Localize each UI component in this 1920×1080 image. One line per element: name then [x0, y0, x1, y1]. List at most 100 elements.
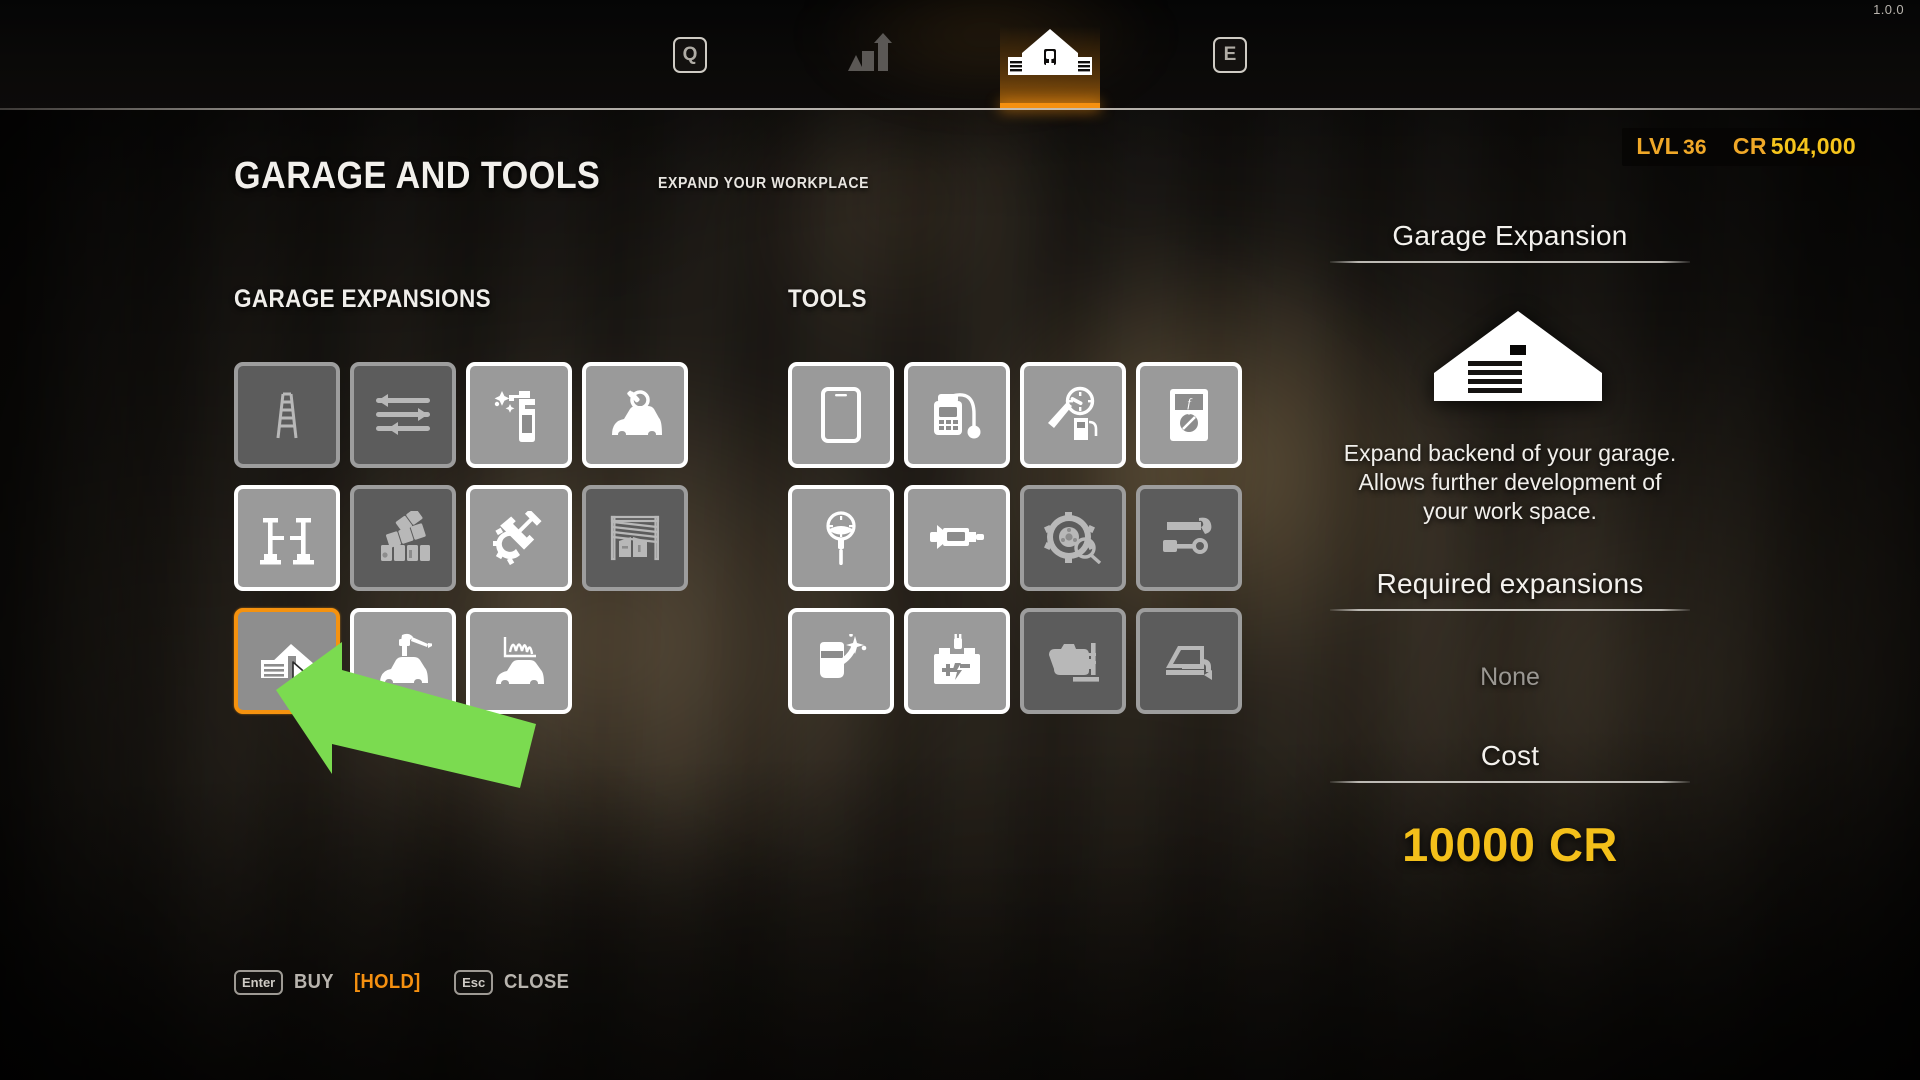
tool-cell [1020, 485, 1136, 608]
garage-expansions-header: GARAGE EXPANSIONS [234, 285, 492, 313]
garage-expansion-tile-spray-bottle[interactable] [466, 362, 572, 468]
page-subtitle-text: EXPAND YOUR WORKPLACE [658, 175, 870, 192]
detail-panel: Garage Expansion Expand backend of your … [1330, 220, 1690, 872]
welding-icon [812, 634, 870, 688]
garage-expansion-cell [350, 485, 466, 608]
esc-key[interactable]: Esc [454, 970, 494, 995]
top-nav-row: Q E [0, 0, 1920, 110]
tool-cell [1020, 362, 1136, 485]
garage-expansion-icon [1330, 307, 1690, 403]
car-inspection-icon [604, 389, 666, 441]
tablet-icon [819, 385, 863, 445]
tool-cell [1020, 608, 1136, 731]
tools-grid: f [788, 362, 1252, 731]
mouse-cursor-icon [290, 660, 324, 702]
garage-expansion-cell [466, 608, 582, 731]
tool-tile-fuel-pressure[interactable] [1020, 362, 1126, 468]
garage-expansion-tile-sliders[interactable] [350, 362, 456, 468]
ladder-icon [258, 386, 316, 444]
detail-description: Expand backend of your garage. Allows fu… [1343, 440, 1677, 524]
cost-currency: CR [1548, 817, 1618, 871]
sliders-icon [372, 390, 434, 440]
prev-tab-key[interactable]: Q [673, 37, 707, 73]
tire-rack-icon [372, 511, 434, 565]
tool-tile-obd-scanner[interactable] [904, 362, 1010, 468]
garage-expansion-tile-car-paint[interactable] [350, 608, 456, 714]
garage-expansion-tile-garage-expansion[interactable] [234, 608, 340, 714]
tool-tile-battery-charger[interactable] [904, 608, 1010, 714]
garage-expansion-cell [466, 362, 582, 485]
level-group: LVL 36 [1636, 133, 1707, 160]
garage-expansion-cell [582, 485, 698, 608]
tool-cell: f [1136, 362, 1252, 485]
micrometer-icon [927, 518, 987, 558]
player-hud: LVL 36 CR 504,000 [1622, 128, 1870, 166]
garage-expansion-tile-tire-rack[interactable] [350, 485, 456, 591]
nav-slot-next: E [1140, 0, 1320, 110]
tool-tile-body-tool[interactable] [1136, 608, 1242, 714]
credits-label: CR [1732, 133, 1767, 159]
garage-expansion-tile-car-inspection[interactable] [582, 362, 688, 468]
skill-chart-icon [844, 32, 896, 78]
required-expansions-value: None [1480, 662, 1540, 691]
level-label: LVL [1636, 133, 1679, 159]
tab-skills[interactable] [820, 0, 920, 110]
garage-expansion-tile-garage-door[interactable] [582, 485, 688, 591]
compression-tester-icon [818, 508, 864, 568]
tab-garage-tools[interactable] [1000, 0, 1100, 110]
cost-rule [1330, 780, 1690, 783]
torque-wrench-icon [1159, 516, 1219, 560]
tool-tile-micrometer[interactable] [904, 485, 1010, 591]
battery-charger-icon [928, 634, 986, 688]
tool-tile-compression-tester[interactable] [788, 485, 894, 591]
garage-expansion-cell [234, 362, 350, 485]
buy-label: BUY [294, 971, 335, 993]
cost-value: 10000 CR [1330, 817, 1690, 872]
buy-action[interactable]: Enter BUY [HOLD] [234, 970, 426, 995]
tool-tile-brake-inspect[interactable] [1020, 485, 1126, 591]
tool-cell [904, 362, 1020, 485]
nav-slot-garage [960, 0, 1140, 110]
action-bar: Enter BUY [HOLD] Esc CLOSE [234, 970, 575, 995]
detail-title-rule [1330, 261, 1690, 263]
version-label: 1.0.0 [1873, 2, 1904, 17]
nav-slot-skills [780, 0, 960, 110]
car-paint-icon [374, 633, 432, 689]
car-dyno-icon [490, 634, 548, 688]
tool-cell [1136, 485, 1252, 608]
garage-expansion-tile-car-dyno[interactable] [466, 608, 572, 714]
tool-tile-multimeter[interactable]: f [1136, 362, 1242, 468]
tool-cell [788, 485, 904, 608]
tool-tile-engine-stand[interactable] [1020, 608, 1126, 714]
fuel-pressure-icon [1044, 386, 1102, 444]
tool-tile-torque-wrench[interactable] [1136, 485, 1242, 591]
tool-cell [788, 608, 904, 731]
required-expansions-header: Required expansions [1376, 567, 1644, 599]
engine-stand-icon [1043, 637, 1103, 685]
nav-slot-prev: Q [600, 0, 780, 110]
garage-expansions-grid [234, 362, 698, 731]
page-title: GARAGE AND TOOLS EXPAND YOUR WORKPLACE [234, 155, 898, 198]
top-navigation-bar: Q E [0, 0, 1920, 110]
close-label: CLOSE [504, 971, 570, 993]
next-tab-key[interactable]: E [1213, 37, 1247, 73]
tool-tile-tablet[interactable] [788, 362, 894, 468]
garage-expansion-tile-ladder[interactable] [234, 362, 340, 468]
tool-tile-welding[interactable] [788, 608, 894, 714]
spray-bottle-icon [489, 385, 549, 445]
enter-key[interactable]: Enter [234, 970, 284, 995]
garage-expansion-tile-car-lift[interactable] [234, 485, 340, 591]
garage-expansion-cell [350, 608, 466, 731]
garage-icon [1008, 27, 1092, 84]
cost-amount: 10000 [1402, 817, 1536, 871]
garage-door-icon [606, 513, 664, 563]
tool-cell [904, 485, 1020, 608]
tool-cell [788, 362, 904, 485]
detail-title: Garage Expansion [1392, 220, 1628, 251]
garage-expansion-cell [466, 485, 582, 608]
garage-expansion-tile-hammer-gear[interactable] [466, 485, 572, 591]
credits-value: 504,000 [1770, 133, 1856, 159]
garage-expansion-cell [234, 608, 350, 731]
close-action[interactable]: Esc CLOSE [454, 970, 575, 995]
buy-hold-modifier: [HOLD] [353, 971, 421, 993]
